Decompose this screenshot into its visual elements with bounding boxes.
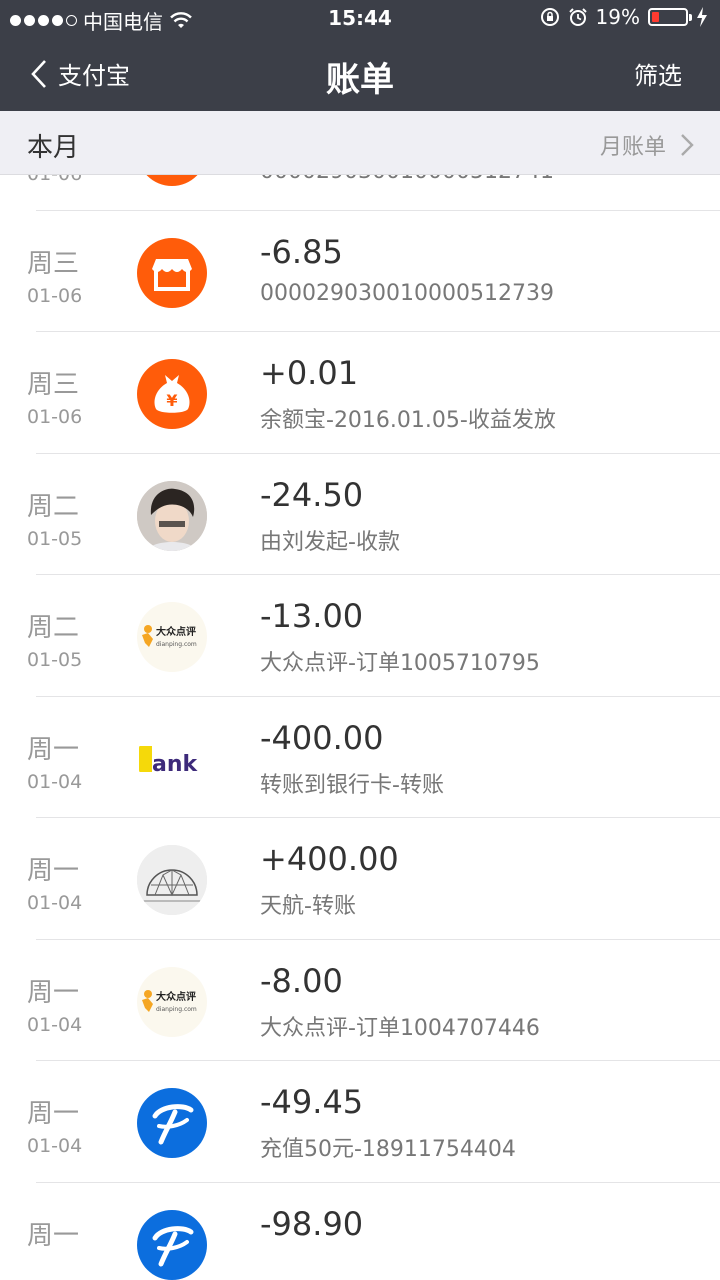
row-amount: -400.00 <box>260 718 384 757</box>
row-date: 01-06 <box>27 406 83 428</box>
row-weekday: 周一 <box>27 1220 80 1251</box>
dianping-logo: 大众点评 dianping.com <box>137 966 207 1037</box>
row-description: 000029030010000512739 <box>260 280 554 306</box>
transaction-row[interactable]: 周一 01-04 大众点评 dianping.com -8.00 大众点评-订单… <box>0 940 720 1062</box>
row-date: 01-06 <box>27 175 82 185</box>
row-weekday: 周二 <box>27 613 80 643</box>
transaction-row[interactable]: 周三 01-06 ¥ +0.01 余额宝-2016.01.05-收益发放 <box>0 332 720 454</box>
row-date: 01-05 <box>27 649 83 671</box>
row-description: 大众点评-订单1004707446 <box>260 1015 540 1041</box>
dianping-logo: 大众点评 dianping.com <box>137 602 207 672</box>
row-description: 转账到银行卡-转账 <box>260 772 444 798</box>
row-weekday: 周二 <box>27 491 80 522</box>
top-bar: 中国电信 15:44 19% 支付宝 账单 筛选 <box>0 0 720 111</box>
row-description: 充值50元-18911754404 <box>260 1137 516 1162</box>
rotation-lock-icon <box>540 8 559 26</box>
month-label: 本月 <box>27 133 80 163</box>
bank-logo: ank <box>137 723 207 794</box>
shop-icon <box>137 237 207 308</box>
alarm-icon <box>568 8 587 26</box>
transaction-row[interactable]: 周一 01-04 -49.45 充值50元-18911754404 <box>0 1061 720 1183</box>
month-section-header: 本月 月账单 <box>0 111 720 175</box>
filter-button[interactable]: 筛选 <box>634 56 682 91</box>
row-weekday: 周三 <box>27 248 80 279</box>
charging-icon <box>697 7 707 27</box>
transaction-row[interactable]: 周一 01-04 ank -400.00 转账到银行卡-转账 <box>0 697 720 819</box>
row-description: 天航-转账 <box>260 894 356 919</box>
row-weekday: 周三 <box>27 370 80 400</box>
status-bar: 中国电信 15:44 19% <box>0 0 720 36</box>
row-weekday: 周一 <box>27 1099 80 1129</box>
row-amount: -24.50 <box>260 475 364 514</box>
transaction-list[interactable]: 周三 01-06 000029030010000512741 周三 01-06 … <box>0 175 720 1280</box>
row-description: 大众点评-订单1005710795 <box>260 651 540 676</box>
money-bag-icon: ¥ <box>137 359 207 429</box>
battery-icon <box>648 8 692 26</box>
row-description: 余额宝-2016.01.05-收益发放 <box>260 408 556 433</box>
transaction-row[interactable]: 周一 -98.90 <box>0 1183 720 1280</box>
row-amount: -8.00 <box>260 961 343 1000</box>
transaction-row[interactable]: 周一 01-04 +400.00 天航-转账 <box>0 818 720 940</box>
shop-icon <box>137 175 207 186</box>
telecom-logo <box>137 1209 207 1280</box>
transaction-row[interactable]: 周二 01-05 -24.50 由刘发起-收款 <box>0 454 720 576</box>
dianping-logo-text-cn: 大众点评 <box>156 990 196 1003</box>
row-amount: -49.45 <box>260 1083 364 1121</box>
telecom-logo <box>137 1088 207 1158</box>
dianping-logo-text-en: dianping.com <box>156 1006 197 1013</box>
transaction-row[interactable]: 周三 01-06 000029030010000512741 <box>0 175 720 211</box>
svg-text:ank: ank <box>152 752 199 776</box>
row-description: 000029030010000512741 <box>260 175 554 184</box>
page-title: 账单 <box>326 60 394 100</box>
row-weekday: 周一 <box>27 734 80 765</box>
row-date: 01-04 <box>27 892 83 914</box>
row-amount: +0.01 <box>260 354 359 392</box>
row-amount: +400.00 <box>260 840 399 878</box>
navigation-bar: 支付宝 账单 筛选 <box>0 36 720 111</box>
row-date: 01-04 <box>27 1013 83 1036</box>
monthly-bill-label: 月账单 <box>599 135 666 160</box>
row-weekday: 周一 <box>27 856 80 886</box>
dome-avatar <box>137 845 207 915</box>
battery-percent: 19% <box>595 5 640 29</box>
row-date: 01-04 <box>27 1135 83 1157</box>
svg-text:¥: ¥ <box>166 391 177 410</box>
dianping-logo-text-en: dianping.com <box>156 641 197 648</box>
row-weekday: 周一 <box>27 977 80 1008</box>
user-avatar <box>137 480 207 551</box>
row-date: 01-05 <box>27 527 83 550</box>
transaction-row[interactable]: 周三 01-06 -6.85 000029030010000512739 <box>0 211 720 333</box>
row-amount: -6.85 <box>260 232 343 271</box>
row-date: 01-06 <box>27 284 83 307</box>
row-amount: -98.90 <box>260 1204 364 1243</box>
dianping-logo-text-cn: 大众点评 <box>156 625 196 638</box>
row-description: 由刘发起-收款 <box>260 529 400 555</box>
transaction-row[interactable]: 周二 01-05 大众点评 dianping.com -13.00 大众点评-订… <box>0 575 720 697</box>
row-amount: -13.00 <box>260 597 364 635</box>
row-date: 01-04 <box>27 770 83 793</box>
monthly-bill-link[interactable]: 月账单 <box>600 129 694 161</box>
chevron-right-icon <box>681 134 694 156</box>
